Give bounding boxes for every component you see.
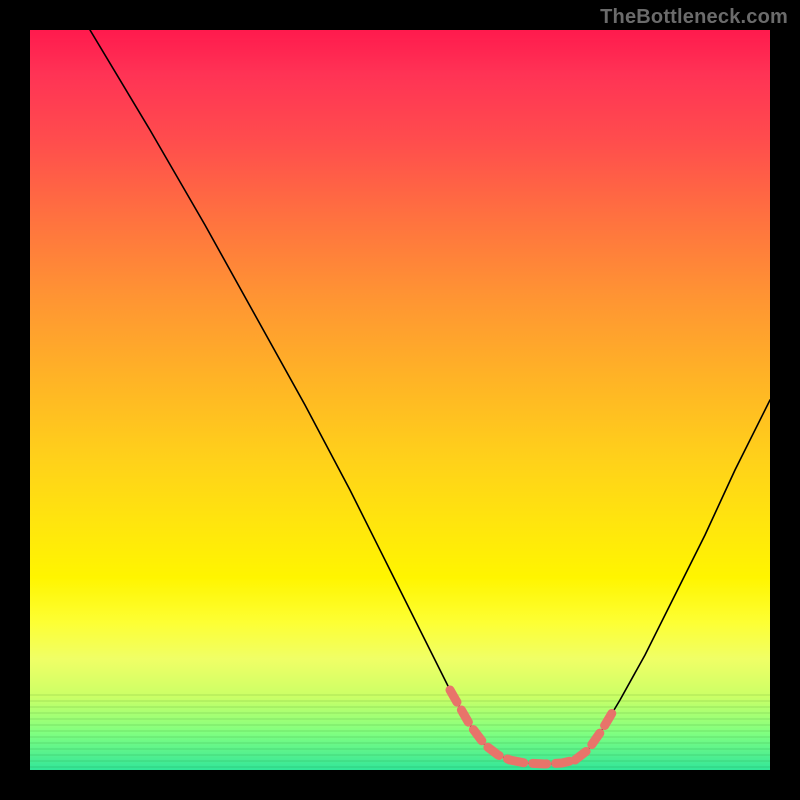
curve-right-branch bbox=[575, 400, 770, 760]
highlight-valley bbox=[510, 760, 575, 764]
highlight-right bbox=[575, 708, 615, 760]
curve-svg bbox=[30, 30, 770, 770]
watermark-text: TheBottleneck.com bbox=[600, 6, 788, 29]
plot-area bbox=[30, 30, 770, 770]
chart-container: TheBottleneck.com bbox=[0, 0, 800, 800]
curve-left-branch bbox=[90, 30, 510, 760]
highlight-left bbox=[450, 690, 510, 760]
